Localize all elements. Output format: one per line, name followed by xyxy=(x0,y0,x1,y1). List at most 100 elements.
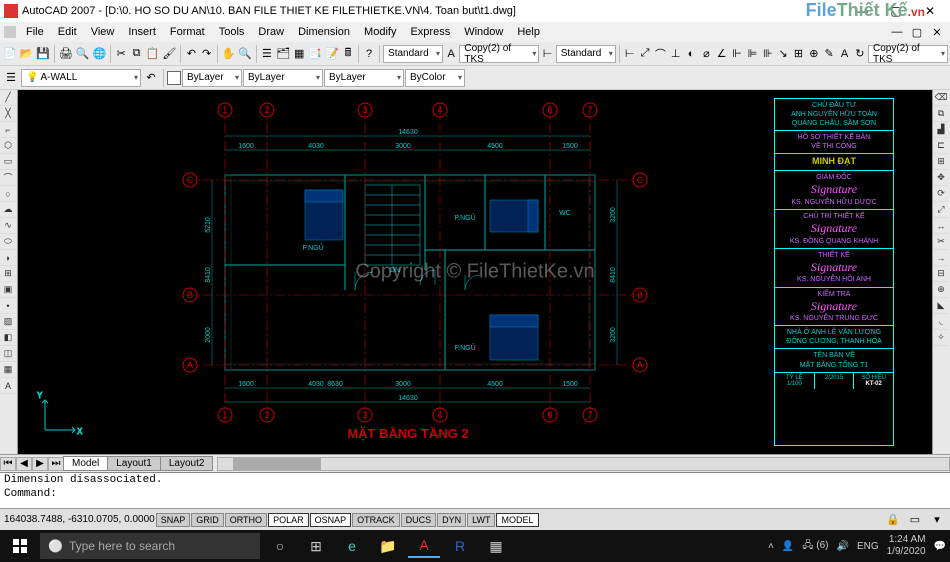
ellipse-arc-icon[interactable]: ◗ xyxy=(0,250,16,266)
mdi-minimize-button[interactable]: — xyxy=(888,23,906,41)
dimstyle-dropdown[interactable]: Copy(2) of TKS xyxy=(459,45,539,63)
toggle-ortho[interactable]: ORTHO xyxy=(225,513,267,527)
menu-modify[interactable]: Modify xyxy=(358,25,402,39)
help-icon[interactable]: ? xyxy=(362,45,376,63)
autocad-task-icon[interactable]: A xyxy=(408,534,440,558)
toggle-dyn[interactable]: DYN xyxy=(437,513,466,527)
zoom-icon[interactable]: 🔍 xyxy=(237,45,253,63)
insert-icon[interactable]: ⊞ xyxy=(0,266,16,282)
layer-dropdown[interactable]: 💡A-WALL xyxy=(21,69,141,87)
tray-notifications-icon[interactable]: 💬 xyxy=(934,541,946,552)
revcloud-icon[interactable]: ☁ xyxy=(0,202,16,218)
trim-icon[interactable]: ✂ xyxy=(933,234,949,250)
designcenter-icon[interactable]: 🗂 xyxy=(275,45,291,63)
drawing-canvas[interactable]: Y X xyxy=(18,90,932,454)
block-icon[interactable]: ▣ xyxy=(0,282,16,298)
toggle-grid[interactable]: GRID xyxy=(191,513,224,527)
rotate-icon[interactable]: ⟳ xyxy=(933,186,949,202)
dim-center-icon[interactable]: ⊕ xyxy=(807,45,821,63)
linetype-dropdown[interactable]: ByLayer xyxy=(243,69,323,87)
save-icon[interactable]: 💾 xyxy=(35,45,51,63)
ellipse-icon[interactable]: ⬭ xyxy=(0,234,16,250)
toggle-snap[interactable]: SNAP xyxy=(156,513,191,527)
mtext-icon[interactable]: A xyxy=(0,378,16,394)
cut-icon[interactable]: ✂ xyxy=(114,45,128,63)
dimstyle-current-dropdown[interactable]: Copy(2) of TKS xyxy=(868,45,948,63)
menu-draw[interactable]: Draw xyxy=(252,25,290,39)
dim-diameter-icon[interactable]: ⌀ xyxy=(699,45,713,63)
dim-tolerance-icon[interactable]: ⊞ xyxy=(791,45,805,63)
point-icon[interactable]: • xyxy=(0,298,16,314)
dim-tedit-icon[interactable]: A xyxy=(837,45,851,63)
properties-icon[interactable]: ☰ xyxy=(260,45,274,63)
line-icon[interactable]: ╱ xyxy=(0,90,16,106)
lineweight-dropdown[interactable]: ByLayer xyxy=(324,69,404,87)
revit-task-icon[interactable]: R xyxy=(444,534,476,558)
edge-icon[interactable]: e xyxy=(336,534,368,558)
pan-icon[interactable]: ✋ xyxy=(221,45,237,63)
tray-people-icon[interactable]: 👤 xyxy=(782,541,794,552)
dim-continue-icon[interactable]: ⊪ xyxy=(761,45,775,63)
menu-tools[interactable]: Tools xyxy=(213,25,251,39)
gradient-icon[interactable]: ◧ xyxy=(0,330,16,346)
layer-manager-icon[interactable]: ☰ xyxy=(2,69,20,87)
app-task-icon[interactable]: ▦ xyxy=(480,534,512,558)
toggle-osnap[interactable]: OSNAP xyxy=(310,513,352,527)
fillet-icon[interactable]: ◟ xyxy=(933,314,949,330)
layer-prev-icon[interactable]: ↶ xyxy=(142,69,160,87)
offset-icon[interactable]: ⊏ xyxy=(933,138,949,154)
region-icon[interactable]: ◫ xyxy=(0,346,16,362)
dim-arc-icon[interactable]: ⌒ xyxy=(653,45,667,63)
menu-help[interactable]: Help xyxy=(511,25,546,39)
coordinates-display[interactable]: 164038.7488, -6310.0705, 0.0000 xyxy=(4,514,155,525)
dim-ordinate-icon[interactable]: ⊥ xyxy=(669,45,683,63)
tray-clock[interactable]: 1:24 AM 1/9/2020 xyxy=(887,534,926,558)
menu-express[interactable]: Express xyxy=(404,25,456,39)
redo-icon[interactable]: ↷ xyxy=(199,45,213,63)
calc-icon[interactable]: 🖩 xyxy=(341,45,355,63)
paste-icon[interactable]: 📋 xyxy=(145,45,161,63)
menu-dimension[interactable]: Dimension xyxy=(292,25,356,39)
color-dropdown[interactable]: ByLayer xyxy=(182,69,242,87)
scale-icon[interactable]: ⤢ xyxy=(933,202,949,218)
dimstyle-icon[interactable]: ⊢ xyxy=(540,45,554,63)
toggle-model[interactable]: MODEL xyxy=(496,513,538,527)
mdi-restore-button[interactable]: ▢ xyxy=(908,23,926,41)
cortana-icon[interactable]: ○ xyxy=(264,534,296,558)
circle-icon[interactable]: ○ xyxy=(0,186,16,202)
taskbar-search[interactable]: ⚪ Type here to search xyxy=(40,533,260,559)
toggle-ducs[interactable]: DUCS xyxy=(401,513,437,527)
array-icon[interactable]: ⊞ xyxy=(933,154,949,170)
preview-icon[interactable]: 🔍 xyxy=(75,45,91,63)
menu-window[interactable]: Window xyxy=(458,25,509,39)
toggle-otrack[interactable]: OTRACK xyxy=(352,513,400,527)
tray-up-icon[interactable]: ˄ xyxy=(768,541,774,552)
pline-icon[interactable]: ⌐ xyxy=(0,122,16,138)
textstyle-dropdown[interactable]: Standard xyxy=(383,45,443,63)
tab-next-icon[interactable]: ▶ xyxy=(32,457,48,471)
dim-quick-icon[interactable]: ⊩ xyxy=(730,45,744,63)
dim-angular-icon[interactable]: ∠ xyxy=(715,45,729,63)
plotstyle-dropdown[interactable]: ByColor xyxy=(405,69,465,87)
dim-leader-icon[interactable]: ↘ xyxy=(776,45,790,63)
tray-net-icon[interactable]: 🖧 (6) xyxy=(802,538,828,555)
menu-view[interactable]: View xyxy=(85,25,121,39)
hatch-icon[interactable]: ▨ xyxy=(0,314,16,330)
chamfer-icon[interactable]: ◣ xyxy=(933,298,949,314)
publish-icon[interactable]: 🌐 xyxy=(92,45,108,63)
xline-icon[interactable]: ╳ xyxy=(0,106,16,122)
erase-icon[interactable]: ⌫ xyxy=(933,90,949,106)
tab-first-icon[interactable]: ⏮ xyxy=(0,457,16,471)
dim-aligned-icon[interactable]: ⤢ xyxy=(638,45,652,63)
menu-edit[interactable]: Edit xyxy=(52,25,83,39)
move-icon[interactable]: ✥ xyxy=(933,170,949,186)
open-icon[interactable]: 📂 xyxy=(19,45,35,63)
stretch-icon[interactable]: ↔ xyxy=(933,218,949,234)
dim-update-icon[interactable]: ↻ xyxy=(853,45,867,63)
mirror-icon[interactable]: ▟ xyxy=(933,122,949,138)
status-tray-icon[interactable]: ▾ xyxy=(928,511,946,529)
taskview-icon[interactable]: ⊞ xyxy=(300,534,332,558)
toggle-lwt[interactable]: LWT xyxy=(467,513,495,527)
status-max-icon[interactable]: ▭ xyxy=(906,511,924,529)
doc-control-icon[interactable] xyxy=(4,26,16,38)
